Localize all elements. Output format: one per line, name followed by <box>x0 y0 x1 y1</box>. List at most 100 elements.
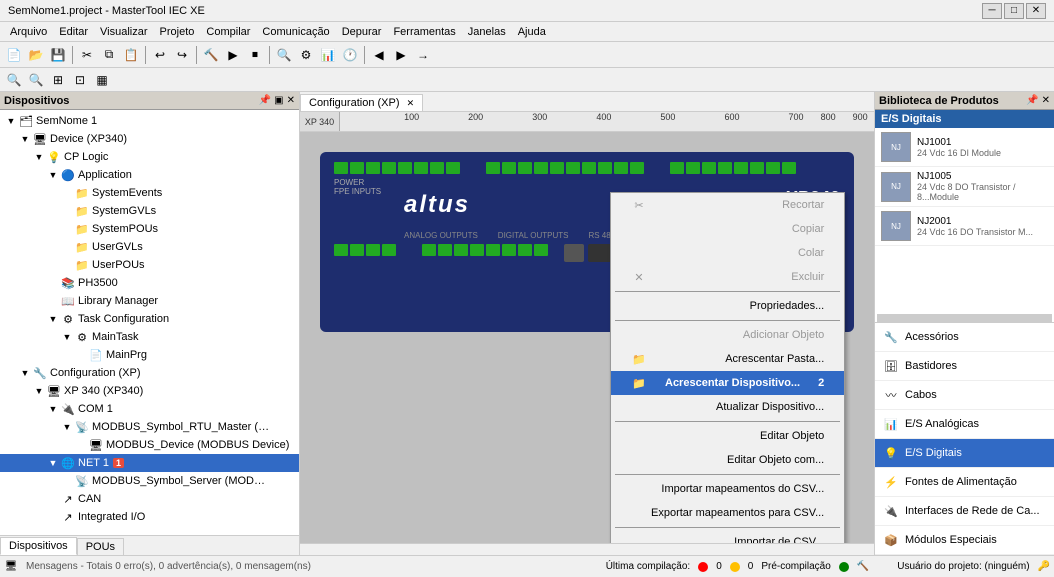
tree-item-modbus-master[interactable]: ▼ 📡 MODBUS_Symbol_RTU_Master (MODBUS Sym… <box>0 418 299 436</box>
redo-button[interactable]: ↪ <box>172 45 192 65</box>
tree-item-ph3500[interactable]: 📚 PH3500 <box>0 274 299 292</box>
ctx-recortar[interactable]: ✂ Recortar <box>611 193 844 217</box>
ctx-acrescentar-pasta[interactable]: 📁 Acrescentar Pasta... <box>611 347 844 371</box>
build-button[interactable]: 🔨 <box>201 45 221 65</box>
tb-btn8[interactable]: 🕐 <box>340 45 360 65</box>
tb2-btn1[interactable]: 🔍 <box>4 70 24 90</box>
tb-btn9[interactable]: ◀ <box>369 45 389 65</box>
cat-es-digitais[interactable]: 💡 E/S Digitais <box>875 439 1054 468</box>
tree-item-net1[interactable]: ▼ 🌐 NET 1 1 <box>0 454 299 472</box>
right-pin-icon[interactable]: 📌 <box>1026 95 1038 106</box>
status-bar: 🖥 Mensagens - Totais 0 erro(s), 0 advert… <box>0 555 1054 577</box>
right-panel-scrollbar[interactable] <box>877 314 1052 322</box>
tree-item-libmanager[interactable]: 📖 Library Manager <box>0 292 299 310</box>
tree-item-application[interactable]: ▼ 🔵 Application <box>0 166 299 184</box>
tb2-btn5[interactable]: ▦ <box>92 70 112 90</box>
run-button[interactable]: ▶ <box>223 45 243 65</box>
tree-item-modbus-device[interactable]: 🖥 MODBUS_Device (MODBUS Device) <box>0 436 299 454</box>
tree-label: MODBUS_Symbol_Server (MODBUS Symbol Serv… <box>92 475 272 487</box>
save-button[interactable]: 💾 <box>48 45 68 65</box>
ctx-adicionar-objeto[interactable]: Adicionar Objeto <box>611 323 844 347</box>
ctx-copiar[interactable]: Copiar <box>611 217 844 241</box>
cat-modulos[interactable]: 📦 Módulos Especiais <box>875 526 1054 555</box>
ctx-excluir[interactable]: ✕ Excluir <box>611 265 844 289</box>
tree-item-mainprg[interactable]: 📄 MainPrg <box>0 346 299 364</box>
tb-btn10[interactable]: ▶ <box>391 45 411 65</box>
lib-item-nj1001[interactable]: NJ NJ1001 24 Vdc 16 DI Module <box>875 128 1054 167</box>
undo-button[interactable]: ↩ <box>150 45 170 65</box>
stop-button[interactable]: ⏹ <box>245 45 265 65</box>
tree-item-modbus-server[interactable]: 📡 MODBUS_Symbol_Server (MODBUS Symbol Se… <box>0 472 299 490</box>
tb-btn7[interactable]: 📊 <box>318 45 338 65</box>
tree-item-device[interactable]: ▼ 🖥 Device (XP340) <box>0 130 299 148</box>
close-button[interactable]: ✕ <box>1026 3 1046 19</box>
ctx-acrescentar-dispositivo[interactable]: 📁 Acrescentar Dispositivo... 2 <box>611 371 844 395</box>
tab-close-button[interactable]: ✕ <box>407 98 415 108</box>
ctx-exportar-csv[interactable]: Exportar mapeamentos para CSV... <box>611 501 844 525</box>
terminal <box>630 162 644 174</box>
menu-janelas[interactable]: Janelas <box>462 25 512 39</box>
ctx-colar[interactable]: Colar <box>611 241 844 265</box>
tree-item-maintask[interactable]: ▼ ⚙ MainTask <box>0 328 299 346</box>
ctx-editar-objeto[interactable]: Editar Objeto <box>611 424 844 448</box>
tb2-btn3[interactable]: ⊞ <box>48 70 68 90</box>
ctx-importar-csv2[interactable]: Importar de CSV... <box>611 530 844 543</box>
tree-item-usergvls[interactable]: 📁 UserGVLs <box>0 238 299 256</box>
cat-fontes[interactable]: ⚡ Fontes de Alimentação <box>875 468 1054 497</box>
tree-item-can[interactable]: ↗ CAN <box>0 490 299 508</box>
cat-interfaces[interactable]: 🔌 Interfaces de Rede de Ca... <box>875 497 1054 526</box>
cat-cabos[interactable]: 〰 Cabos <box>875 381 1054 410</box>
ctx-atualizar-dispositivo[interactable]: Atualizar Dispositivo... <box>611 395 844 419</box>
ctx-importar-csv[interactable]: Importar mapeamentos do CSV... <box>611 477 844 501</box>
tb2-btn2[interactable]: 🔍 <box>26 70 46 90</box>
menu-ferramentas[interactable]: Ferramentas <box>387 25 461 39</box>
tab-configuration[interactable]: Configuration (XP) ✕ <box>300 94 423 111</box>
copy-button[interactable]: ⧉ <box>99 45 119 65</box>
tb-btn11[interactable]: → <box>413 45 433 65</box>
menu-editar[interactable]: Editar <box>53 25 94 39</box>
tree-item-configxp[interactable]: ▼ 🔧 Configuration (XP) <box>0 364 299 382</box>
menu-visualizar[interactable]: Visualizar <box>94 25 154 39</box>
tree-item-userpous[interactable]: 📁 UserPOUs <box>0 256 299 274</box>
tab-pous[interactable]: POUs <box>77 538 124 555</box>
tree-item-sysevents[interactable]: 📁 SystemEvents <box>0 184 299 202</box>
minimize-button[interactable]: ─ <box>982 3 1002 19</box>
tb-btn6[interactable]: ⚙ <box>296 45 316 65</box>
tree-item-intio[interactable]: ↗ Integrated I/O <box>0 508 299 526</box>
cat-acessorios[interactable]: 🔧 Acessórios <box>875 323 1054 352</box>
ctx-editar-objeto-com[interactable]: Editar Objeto com... <box>611 448 844 472</box>
cat-es-analogicas[interactable]: 📊 E/S Analógicas <box>875 410 1054 439</box>
tree-item-sysgvls[interactable]: 📁 SystemGVLs <box>0 202 299 220</box>
panel-pin-icon[interactable]: 📌 <box>259 95 271 106</box>
tab-dispositivos[interactable]: Dispositivos <box>0 537 77 555</box>
right-close-icon[interactable]: ✕ <box>1042 95 1050 106</box>
menu-arquivo[interactable]: Arquivo <box>4 25 53 39</box>
menu-ajuda[interactable]: Ajuda <box>512 25 552 39</box>
menu-projeto[interactable]: Projeto <box>154 25 201 39</box>
tb2-btn4[interactable]: ⊡ <box>70 70 90 90</box>
tree-item-com1[interactable]: ▼ 🔌 COM 1 <box>0 400 299 418</box>
paste-button[interactable]: 📋 <box>121 45 141 65</box>
lib-item-nj2001[interactable]: NJ NJ2001 24 Vdc 16 DO Transistor M... <box>875 207 1054 246</box>
lib-item-nj1005[interactable]: NJ NJ1005 24 Vdc 8 DO Transistor / 8...M… <box>875 167 1054 207</box>
cat-bastidores[interactable]: 🗄 Bastidores <box>875 352 1054 381</box>
tree-item-semnome1[interactable]: ▼ 🗂 SemNome 1 <box>0 112 299 130</box>
restore-button[interactable]: □ <box>1004 3 1024 19</box>
menu-comunicacao[interactable]: Comunicação <box>256 25 335 39</box>
cut-button[interactable]: ✂ <box>77 45 97 65</box>
panel-close-icon[interactable]: ✕ <box>287 95 295 106</box>
horizontal-scrollbar[interactable] <box>300 543 874 555</box>
expand-icon <box>74 438 88 452</box>
tree-item-xp340[interactable]: ▼ 🖥 XP 340 (XP340) <box>0 382 299 400</box>
tree-item-syspous[interactable]: 📁 SystemPOUs <box>0 220 299 238</box>
open-button[interactable]: 📂 <box>26 45 46 65</box>
ctx-propriedades[interactable]: Propriedades... <box>611 294 844 318</box>
menu-depurar[interactable]: Depurar <box>336 25 388 39</box>
port-usb <box>564 244 584 262</box>
tree-item-cplogic[interactable]: ▼ 💡 CP Logic <box>0 148 299 166</box>
tb-btn5[interactable]: 🔍 <box>274 45 294 65</box>
menu-compilar[interactable]: Compilar <box>200 25 256 39</box>
panel-float-icon[interactable]: ▣ <box>274 95 283 106</box>
new-button[interactable]: 📄 <box>4 45 24 65</box>
tree-item-taskconfig[interactable]: ▼ ⚙ Task Configuration <box>0 310 299 328</box>
